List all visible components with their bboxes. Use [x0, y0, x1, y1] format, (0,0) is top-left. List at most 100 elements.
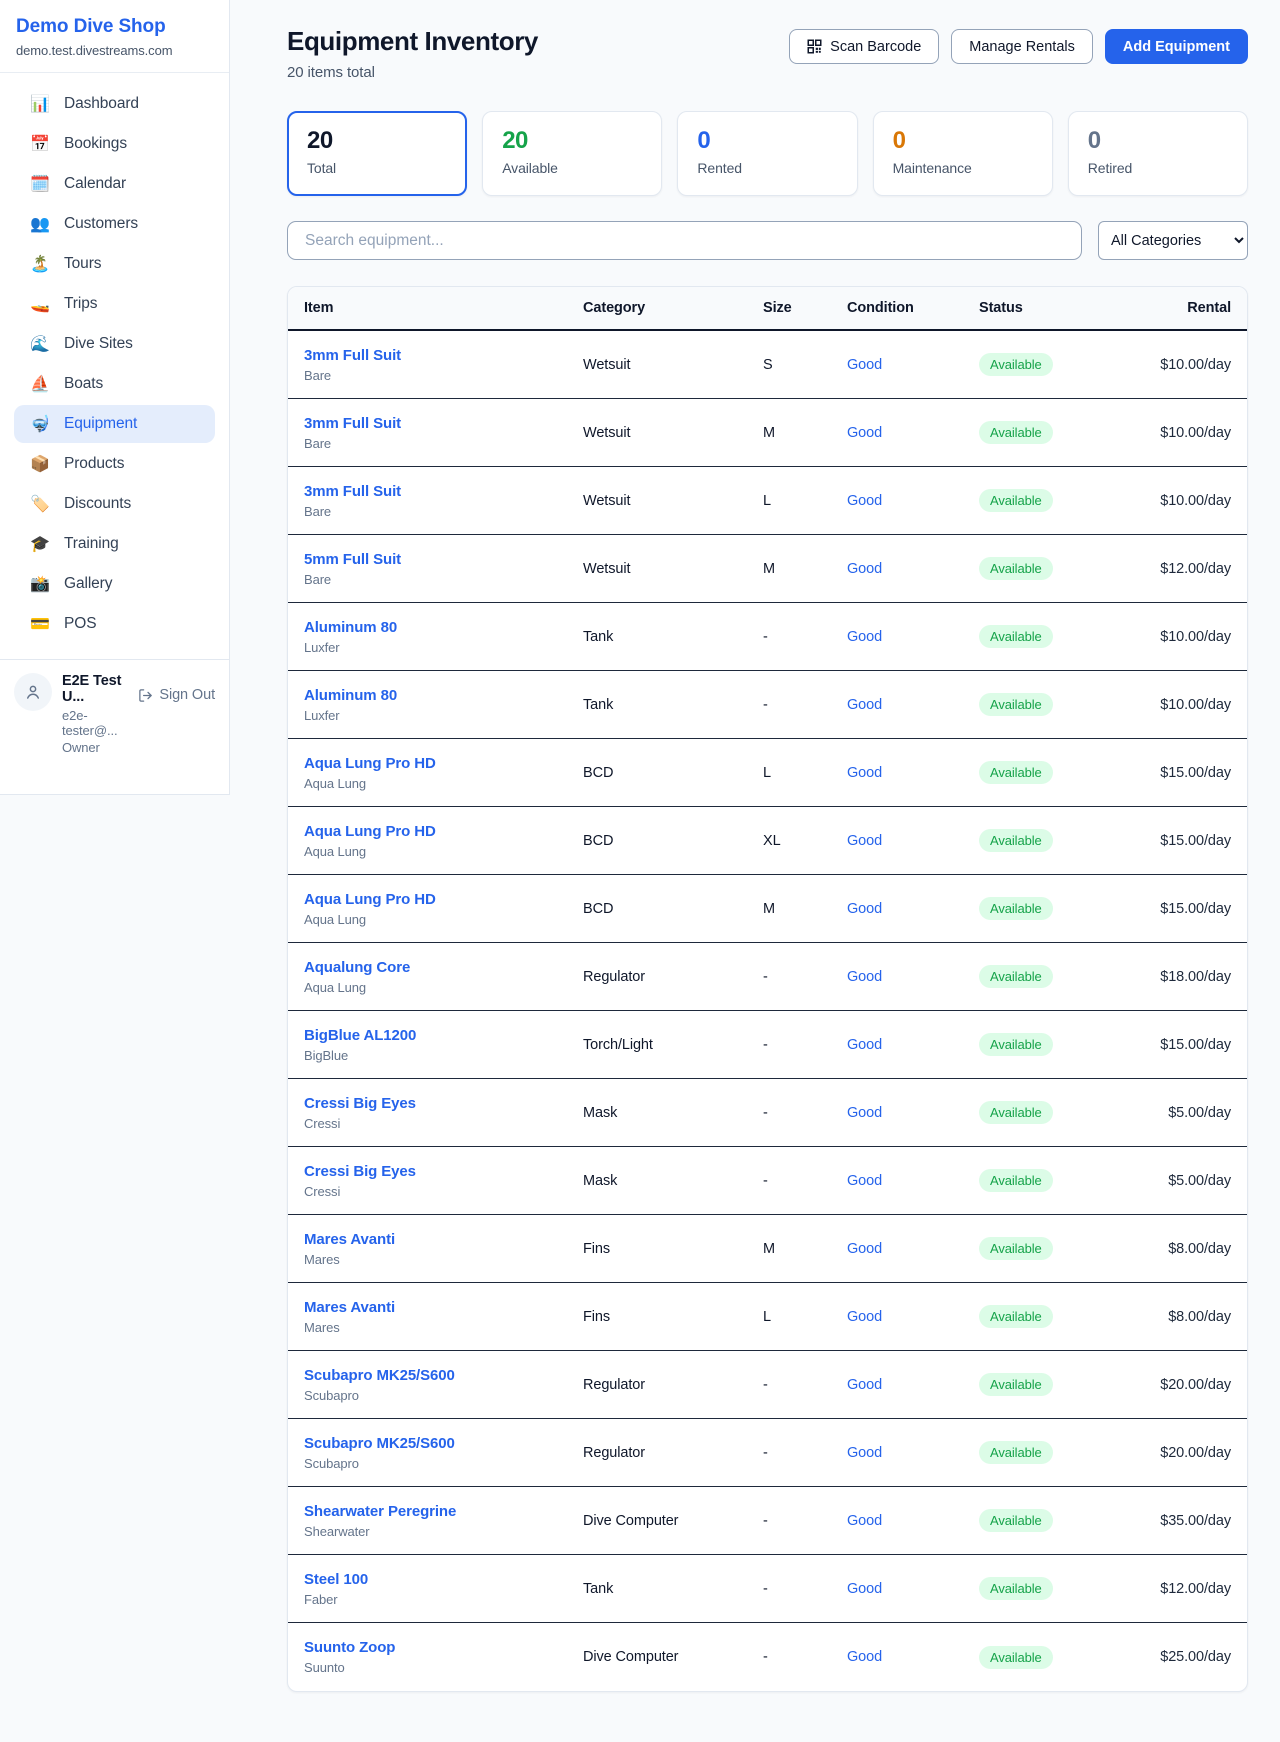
bookings-icon: 📅: [29, 134, 51, 154]
stat-card-total[interactable]: 20 Total: [287, 111, 467, 196]
item-brand: Scubapro: [304, 1456, 583, 1471]
category-select[interactable]: All Categories: [1098, 221, 1248, 260]
sidebar-item-pos[interactable]: 💳 POS: [14, 605, 215, 643]
item-rental-rate: $15.00/day: [1119, 833, 1231, 849]
item-condition-link[interactable]: Good: [847, 1309, 979, 1325]
item-condition-link[interactable]: Good: [847, 1105, 979, 1121]
calendar-icon: 🗓️: [29, 174, 51, 194]
item-condition-link[interactable]: Good: [847, 1173, 979, 1189]
item-name-link[interactable]: 3mm Full Suit: [304, 415, 583, 432]
item-condition-link[interactable]: Good: [847, 629, 979, 645]
sidebar-item-trips[interactable]: 🚤 Trips: [14, 285, 215, 323]
stat-card-rented[interactable]: 0 Rented: [677, 111, 857, 196]
sidebar-item-discounts[interactable]: 🏷️ Discounts: [14, 485, 215, 523]
item-status-cell: Available: [979, 625, 1119, 648]
item-rental-rate: $10.00/day: [1119, 697, 1231, 713]
barcode-icon: [807, 39, 822, 54]
item-condition-link[interactable]: Good: [847, 833, 979, 849]
item-name-link[interactable]: BigBlue AL1200: [304, 1027, 583, 1044]
add-equipment-button[interactable]: Add Equipment: [1105, 29, 1248, 64]
table-body: 3mm Full Suit Bare Wetsuit S Good Availa…: [288, 331, 1247, 1691]
sidebar-item-tours[interactable]: 🏝️ Tours: [14, 245, 215, 283]
item-condition-link[interactable]: Good: [847, 561, 979, 577]
customers-icon: 👥: [29, 214, 51, 234]
item-condition-link[interactable]: Good: [847, 901, 979, 917]
item-status-cell: Available: [979, 1509, 1119, 1532]
item-size: L: [763, 765, 847, 781]
search-input[interactable]: [287, 221, 1082, 260]
sign-out-button[interactable]: Sign Out: [138, 687, 215, 703]
item-condition-link[interactable]: Good: [847, 1037, 979, 1053]
item-name-link[interactable]: Cressi Big Eyes: [304, 1163, 583, 1180]
table-row: Scubapro MK25/S600 Scubapro Regulator - …: [288, 1351, 1247, 1419]
item-rental-rate: $18.00/day: [1119, 969, 1231, 985]
status-badge: Available: [979, 761, 1053, 784]
item-status-cell: Available: [979, 1577, 1119, 1600]
item-name-link[interactable]: 3mm Full Suit: [304, 347, 583, 364]
item-name-link[interactable]: Scubapro MK25/S600: [304, 1367, 583, 1384]
item-cell: Cressi Big Eyes Cressi: [304, 1163, 583, 1199]
person-icon: [24, 683, 42, 701]
sidebar-item-boats[interactable]: ⛵ Boats: [14, 365, 215, 403]
scan-barcode-label: Scan Barcode: [830, 39, 921, 55]
item-cell: Scubapro MK25/S600 Scubapro: [304, 1367, 583, 1403]
item-condition-link[interactable]: Good: [847, 1513, 979, 1529]
sidebar-item-dashboard[interactable]: 📊 Dashboard: [14, 85, 215, 123]
item-name-link[interactable]: Aluminum 80: [304, 687, 583, 704]
table-row: 5mm Full Suit Bare Wetsuit M Good Availa…: [288, 535, 1247, 603]
sidebar-item-equipment[interactable]: 🤿 Equipment: [14, 405, 215, 443]
item-condition-link[interactable]: Good: [847, 1241, 979, 1257]
item-size: L: [763, 1309, 847, 1325]
item-name-link[interactable]: 5mm Full Suit: [304, 551, 583, 568]
sidebar-item-dive-sites[interactable]: 🌊 Dive Sites: [14, 325, 215, 363]
item-status-cell: Available: [979, 1373, 1119, 1396]
item-name-link[interactable]: Aqua Lung Pro HD: [304, 755, 583, 772]
status-badge: Available: [979, 1577, 1053, 1600]
sidebar-item-calendar[interactable]: 🗓️ Calendar: [14, 165, 215, 203]
item-condition-link[interactable]: Good: [847, 765, 979, 781]
item-name-link[interactable]: Aqualung Core: [304, 959, 583, 976]
item-condition-link[interactable]: Good: [847, 1649, 979, 1665]
sidebar-item-training[interactable]: 🎓 Training: [14, 525, 215, 563]
item-condition-link[interactable]: Good: [847, 1581, 979, 1597]
item-name-link[interactable]: Aqua Lung Pro HD: [304, 823, 583, 840]
sidebar-item-gallery[interactable]: 📸 Gallery: [14, 565, 215, 603]
item-condition-link[interactable]: Good: [847, 1377, 979, 1393]
status-badge: Available: [979, 489, 1053, 512]
stat-card-retired[interactable]: 0 Retired: [1068, 111, 1248, 196]
sidebar-item-customers[interactable]: 👥 Customers: [14, 205, 215, 243]
item-name-link[interactable]: Steel 100: [304, 1571, 583, 1588]
item-name-link[interactable]: Mares Avanti: [304, 1299, 583, 1316]
sidebar-item-products[interactable]: 📦 Products: [14, 445, 215, 483]
table-row: Aqualung Core Aqua Lung Regulator - Good…: [288, 943, 1247, 1011]
item-size: -: [763, 969, 847, 985]
item-name-link[interactable]: Cressi Big Eyes: [304, 1095, 583, 1112]
item-condition-link[interactable]: Good: [847, 1445, 979, 1461]
item-category: Fins: [583, 1309, 763, 1325]
stat-label: Rented: [697, 160, 837, 176]
item-rental-rate: $12.00/day: [1119, 1581, 1231, 1597]
item-condition-link[interactable]: Good: [847, 697, 979, 713]
item-condition-link[interactable]: Good: [847, 357, 979, 373]
item-name-link[interactable]: Scubapro MK25/S600: [304, 1435, 583, 1452]
table-row: Aluminum 80 Luxfer Tank - Good Available…: [288, 671, 1247, 739]
manage-rentals-button[interactable]: Manage Rentals: [951, 29, 1093, 64]
item-name-link[interactable]: Suunto Zoop: [304, 1639, 583, 1656]
scan-barcode-button[interactable]: Scan Barcode: [789, 29, 939, 64]
item-name-link[interactable]: Aluminum 80: [304, 619, 583, 636]
brand-name[interactable]: Demo Dive Shop: [16, 16, 213, 38]
stat-cards: 20 Total 20 Available 0 Rented 0 Mainten…: [287, 111, 1248, 196]
item-name-link[interactable]: Aqua Lung Pro HD: [304, 891, 583, 908]
item-condition-link[interactable]: Good: [847, 425, 979, 441]
stat-card-available[interactable]: 20 Available: [482, 111, 662, 196]
item-name-link[interactable]: 3mm Full Suit: [304, 483, 583, 500]
stat-value: 0: [1088, 127, 1228, 155]
stat-card-maintenance[interactable]: 0 Maintenance: [873, 111, 1053, 196]
item-size: M: [763, 425, 847, 441]
item-name-link[interactable]: Mares Avanti: [304, 1231, 583, 1248]
sidebar-item-bookings[interactable]: 📅 Bookings: [14, 125, 215, 163]
table-row: Aqua Lung Pro HD Aqua Lung BCD XL Good A…: [288, 807, 1247, 875]
item-condition-link[interactable]: Good: [847, 969, 979, 985]
item-name-link[interactable]: Shearwater Peregrine: [304, 1503, 583, 1520]
item-condition-link[interactable]: Good: [847, 493, 979, 509]
